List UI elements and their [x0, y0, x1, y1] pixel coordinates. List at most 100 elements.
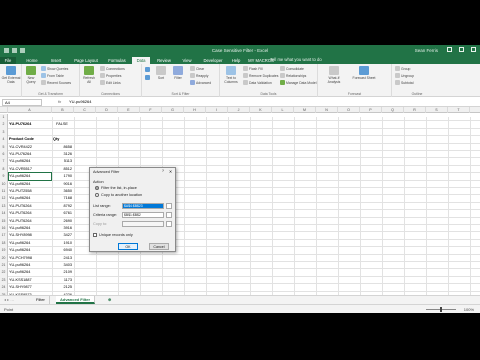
dialog-help-button[interactable]: ?	[162, 169, 164, 173]
row-header[interactable]: 13	[0, 202, 8, 211]
cell-product-code[interactable]: YU-pu96264	[9, 240, 51, 247]
text-to-columns-button[interactable]: Text to Columns	[222, 66, 240, 84]
cell-product-code[interactable]: YU-CVR5517	[9, 166, 51, 173]
row-header[interactable]: 11	[0, 188, 8, 196]
row-header[interactable]: 4	[0, 136, 8, 144]
cell-qty[interactable]: 2690	[52, 218, 72, 225]
edit-links-button[interactable]: Edit Links	[100, 80, 121, 85]
sort-za-button[interactable]	[145, 75, 150, 80]
minimize-icon[interactable]	[447, 47, 452, 52]
cell-product-code[interactable]: YU-pu96264	[9, 225, 51, 232]
add-sheet-icon[interactable]: ⊕	[104, 296, 115, 304]
dialog-close-button[interactable]: ✕	[169, 169, 172, 174]
subtotal-button[interactable]: Subtotal	[395, 80, 413, 85]
cell-qty[interactable]: 2125	[52, 284, 72, 291]
from-table-button[interactable]: From Table	[41, 73, 64, 78]
col-header-m[interactable]: M	[294, 107, 316, 113]
unique-records-checkbox[interactable]: Unique records only	[93, 233, 133, 237]
col-header-l[interactable]: L	[272, 107, 294, 113]
ok-button[interactable]: OK	[118, 243, 138, 250]
row-header[interactable]: 12	[0, 195, 8, 203]
col-header-o[interactable]: O	[338, 107, 360, 113]
tab-home[interactable]: Home	[22, 57, 42, 64]
row-header[interactable]: 21	[0, 262, 8, 270]
cell-qty[interactable]: 8658	[52, 144, 72, 151]
cell-qty[interactable]: 1173	[52, 277, 72, 284]
zoom-slider-thumb[interactable]	[440, 307, 442, 312]
formula-input[interactable]: YU-pu96264	[69, 99, 91, 104]
copy-to-input[interactable]	[122, 221, 164, 227]
user-name[interactable]: Sean Ferris	[415, 48, 438, 53]
cell-product-code[interactable]: YU-SHY8998	[9, 232, 51, 239]
row-header[interactable]: 23	[0, 276, 8, 285]
col-header-b[interactable]: B	[52, 107, 74, 113]
cell-qty[interactable]: FALSE	[52, 121, 72, 128]
cell-qty[interactable]: 2109	[52, 269, 72, 276]
col-header-j[interactable]: J	[228, 107, 250, 113]
row-header[interactable]: 8	[0, 165, 8, 174]
cell-product-code[interactable]: YU-PUT6264	[9, 210, 51, 217]
cell-qty[interactable]: 3403	[52, 262, 72, 269]
col-header-k[interactable]: K	[250, 107, 272, 113]
forecast-sheet-button[interactable]: Forecast Sheet	[352, 66, 376, 80]
cell-product-code[interactable]: YU-pu96264	[9, 269, 51, 276]
row-header[interactable]: 2	[0, 121, 8, 129]
cell-product-code[interactable]: YU-PU76264	[9, 151, 51, 158]
row-header[interactable]: 24	[0, 284, 8, 292]
cell-product-code[interactable]: YU-pu96264	[9, 247, 51, 254]
cell-product-code[interactable]: Product Code	[9, 136, 51, 143]
cell-qty[interactable]: Qty	[53, 136, 73, 143]
row-header[interactable]: 16	[0, 225, 8, 233]
row-header[interactable]: 15	[0, 217, 8, 225]
cell-product-code[interactable]: YU-PU76264	[9, 121, 51, 128]
row-header[interactable]: 9	[0, 173, 8, 181]
cell-product-code[interactable]: YU-pu96264	[9, 195, 51, 202]
sheet-nav-arrows[interactable]: ◂ ▸ …	[0, 296, 28, 304]
relationships-button[interactable]: Relationships	[280, 73, 306, 78]
row-header[interactable]: 20	[0, 254, 8, 262]
criteria-range-collapse-icon[interactable]	[166, 212, 172, 218]
cell-product-code[interactable]: YU-pu96264	[9, 262, 51, 269]
cell-product-code[interactable]: YU-PUT6264	[9, 218, 51, 225]
tab-developer[interactable]: Developer	[199, 57, 227, 64]
flash-fill-button[interactable]: Flash Fill	[243, 66, 263, 71]
row-header[interactable]: 1	[0, 114, 8, 122]
cell-product-code[interactable]: YU-PUT2558	[9, 188, 51, 195]
reapply-button[interactable]: Reapply	[190, 73, 208, 78]
radio-copy-to-location[interactable]: Copy to another location	[95, 193, 142, 197]
row-header[interactable]: 22	[0, 269, 8, 277]
clear-filter-button[interactable]: Clear	[190, 66, 204, 71]
name-box[interactable]: A4	[2, 99, 42, 106]
tell-me-search[interactable]: Tell me what you want to do	[270, 57, 322, 62]
col-header-a[interactable]: A	[8, 107, 52, 113]
recent-sources-button[interactable]: Recent Sources	[41, 80, 71, 85]
tab-page-layout[interactable]: Page Layout	[70, 57, 102, 64]
cell-qty[interactable]: 7168	[52, 195, 72, 202]
sheet-tab-advanced-filter[interactable]: Advanced Filter	[56, 296, 96, 304]
advanced-filter-button[interactable]: Advanced	[190, 80, 211, 85]
select-all-corner[interactable]	[0, 107, 8, 113]
cell-qty[interactable]: 6940	[52, 247, 72, 254]
cell-product-code[interactable]: YU-pu96264	[9, 158, 51, 165]
cell-qty[interactable]: 2413	[52, 255, 72, 262]
row-header[interactable]: 10	[0, 180, 8, 188]
criteria-range-input[interactable]: $B$1:$B$2	[122, 212, 164, 218]
col-header-i[interactable]: I	[206, 107, 228, 113]
show-queries-button[interactable]: Show Queries	[41, 66, 68, 71]
cell-qty[interactable]: 8792	[52, 203, 72, 210]
tab-file[interactable]: File	[0, 57, 16, 64]
tab-help[interactable]: Help	[229, 57, 243, 64]
cell-product-code[interactable]: YU-pu96264	[9, 181, 51, 188]
cell-qty[interactable]: 3650	[52, 188, 72, 195]
properties-button[interactable]: Properties	[100, 73, 121, 78]
row-header[interactable]: 14	[0, 210, 8, 218]
remove-duplicates-button[interactable]: Remove Duplicates	[243, 73, 278, 78]
row-header[interactable]: 6	[0, 151, 8, 159]
list-range-collapse-icon[interactable]	[166, 203, 172, 209]
row-header[interactable]: 17	[0, 232, 8, 240]
cell-qty[interactable]: 8512	[52, 166, 72, 173]
col-header-e[interactable]: E	[118, 107, 140, 113]
cell-product-code[interactable]: YU-SHY9877	[9, 284, 51, 291]
row-header[interactable]: 5	[0, 143, 8, 151]
new-query-button[interactable]: New Query	[23, 66, 39, 84]
